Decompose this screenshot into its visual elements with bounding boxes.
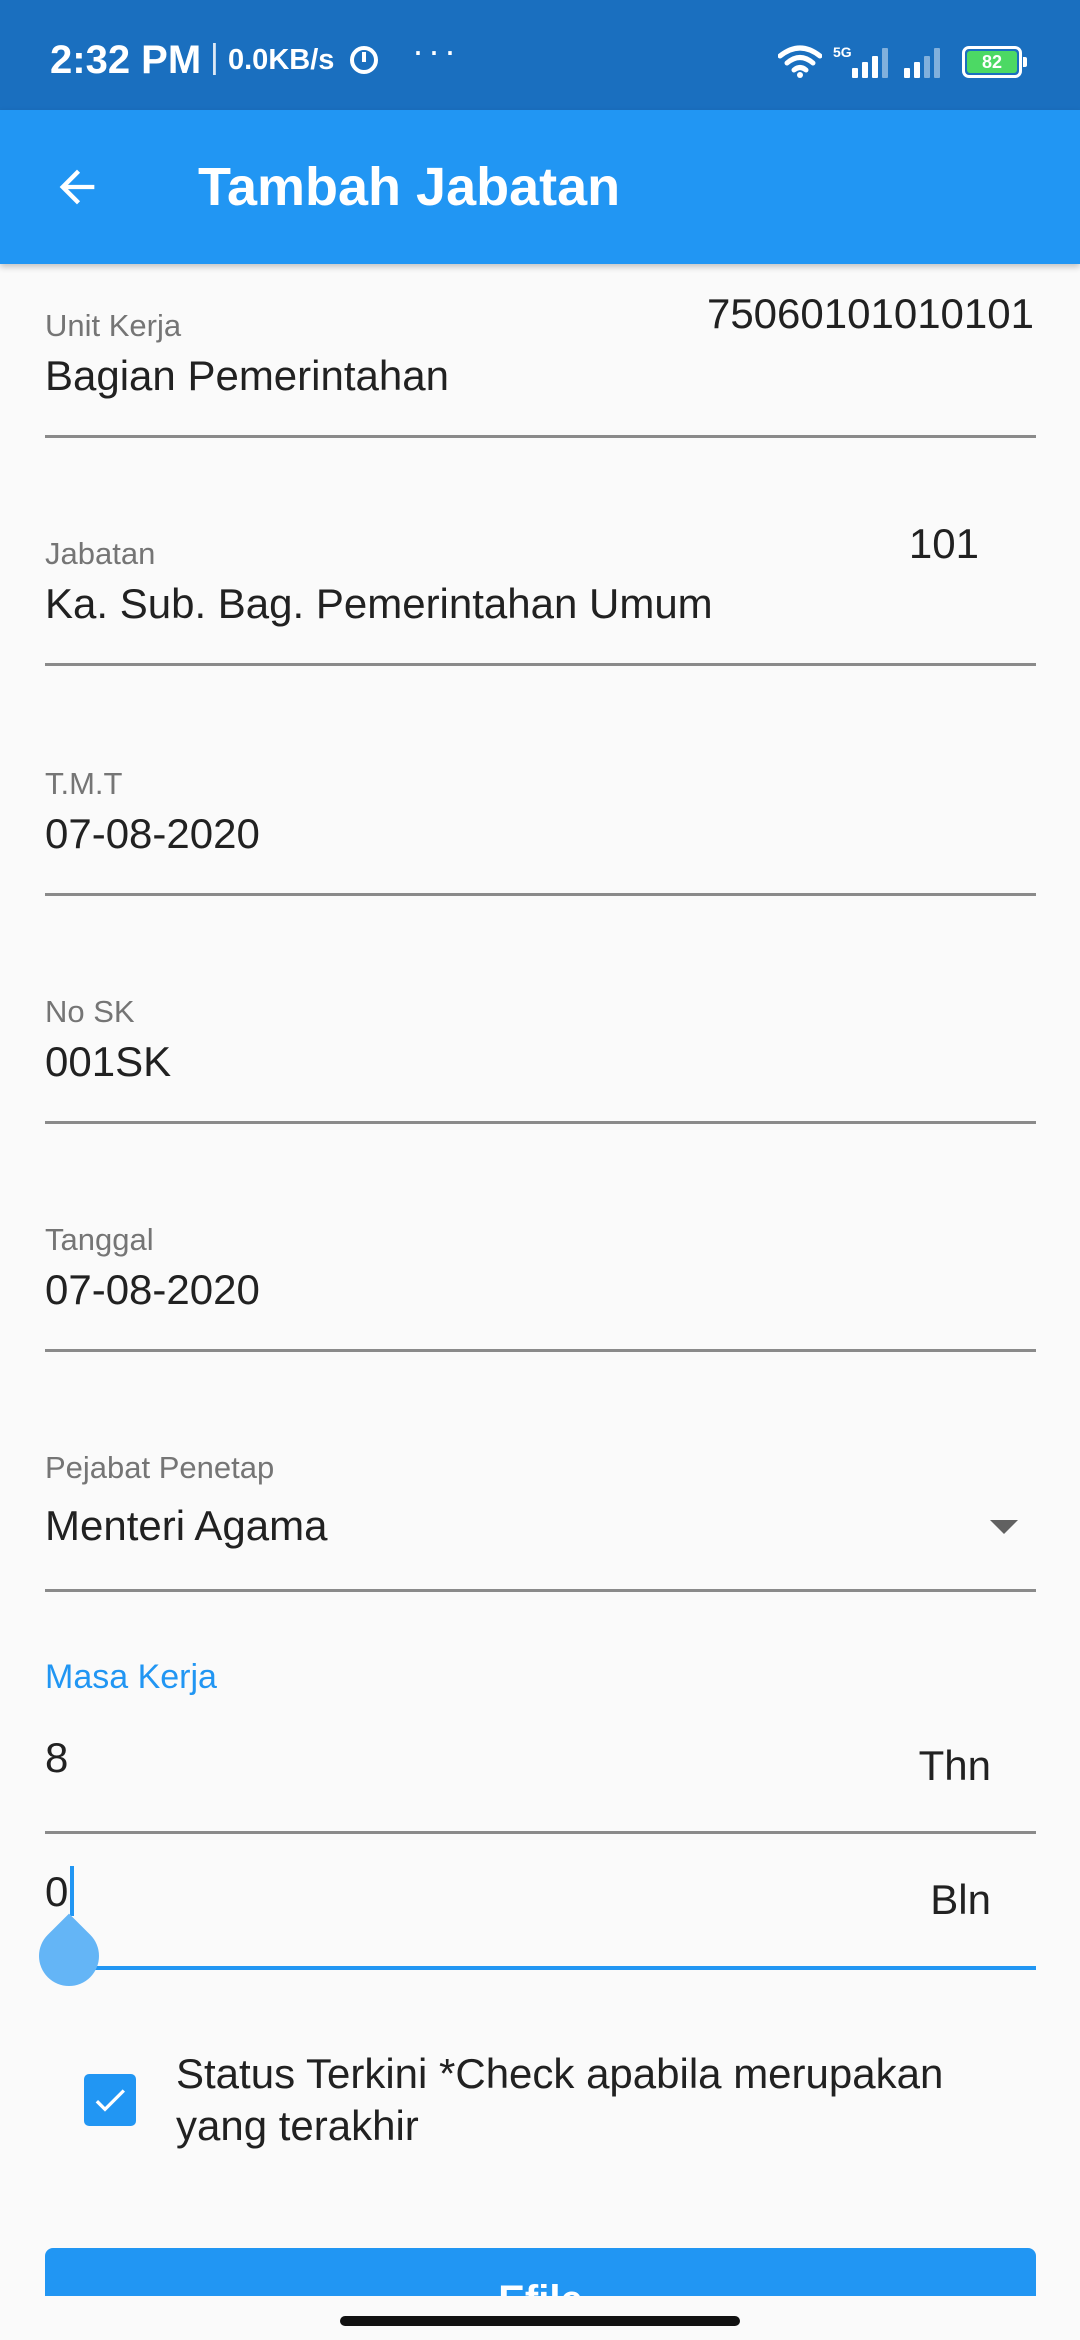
signal-icon xyxy=(852,46,888,78)
check-icon xyxy=(95,2089,125,2112)
masa-kerja-tahun-input[interactable]: 8 Thn xyxy=(45,1720,1036,1834)
no-sk-field[interactable]: No SK 001SK xyxy=(45,990,1036,1124)
status-bar: 2:32 PM | 0.0KB/s ··· 5G 82 xyxy=(0,0,1080,110)
jabatan-code: 101 xyxy=(908,520,979,567)
unit-kerja-field[interactable]: Unit Kerja Bagian Pemerintahan 750601010… xyxy=(45,290,1036,438)
battery-icon: 82 xyxy=(962,46,1027,78)
pejabat-penetap-value: Menteri Agama xyxy=(45,1502,328,1549)
pejabat-penetap-dropdown[interactable]: Pejabat Penetap Menteri Agama xyxy=(45,1446,1036,1592)
unit-kerja-code: 75060101010101 xyxy=(706,290,1034,337)
no-sk-label: No SK xyxy=(45,994,135,1029)
page-title: Tambah Jabatan xyxy=(198,157,621,217)
status-terkini-checkbox[interactable] xyxy=(84,2074,136,2126)
tmt-field[interactable]: T.M.T 07-08-2020 xyxy=(45,760,1036,896)
jabatan-value: Ka. Sub. Bag. Pemerintahan Umum xyxy=(45,580,713,627)
no-sk-value: 001SK xyxy=(45,1038,172,1085)
masa-kerja-bulan-value: 0 xyxy=(45,1868,69,1915)
masa-kerja-tahun-value: 8 xyxy=(45,1734,69,1781)
alarm-icon xyxy=(350,46,378,74)
home-indicator[interactable] xyxy=(340,2316,740,2326)
more-icon: ··· xyxy=(412,30,460,71)
tanggal-value: 07-08-2020 xyxy=(45,1266,260,1313)
navigation-bar xyxy=(0,2296,1080,2340)
arrow-left-icon xyxy=(59,169,95,205)
masa-kerja-bulan-input[interactable]: 0 Bln xyxy=(45,1840,1036,1970)
status-time: 2:32 PM xyxy=(50,38,202,82)
tmt-label: T.M.T xyxy=(45,766,123,801)
pejabat-penetap-label: Pejabat Penetap xyxy=(45,1450,275,1485)
masa-kerja-tahun-suffix: Thn xyxy=(918,1742,991,1789)
network-speed: 0.0KB/s xyxy=(228,44,335,76)
text-cursor xyxy=(70,1866,74,1916)
masa-kerja-label: Masa Kerja xyxy=(45,1658,217,1696)
unit-kerja-value: Bagian Pemerintahan xyxy=(45,352,449,399)
tanggal-label: Tanggal xyxy=(45,1222,154,1257)
status-separator: | xyxy=(210,38,219,76)
tmt-value: 07-08-2020 xyxy=(45,810,260,857)
network-type-label: 5G xyxy=(833,44,852,60)
back-button[interactable] xyxy=(38,148,116,226)
chevron-down-icon xyxy=(990,1520,1018,1534)
app-bar: Tambah Jabatan xyxy=(0,110,1080,264)
battery-level: 82 xyxy=(967,51,1017,73)
status-terkini-label: Status Terkini *Check apabila merupakan … xyxy=(176,2050,944,2149)
masa-kerja-bulan-suffix: Bln xyxy=(930,1876,991,1923)
unit-kerja-label: Unit Kerja xyxy=(45,308,182,343)
signal-icon-secondary xyxy=(904,46,940,78)
tanggal-field[interactable]: Tanggal 07-08-2020 xyxy=(45,1218,1036,1352)
jabatan-label: Jabatan xyxy=(45,536,156,571)
wifi-icon xyxy=(778,45,822,78)
jabatan-field[interactable]: Jabatan Ka. Sub. Bag. Pemerintahan Umum … xyxy=(45,520,1036,666)
